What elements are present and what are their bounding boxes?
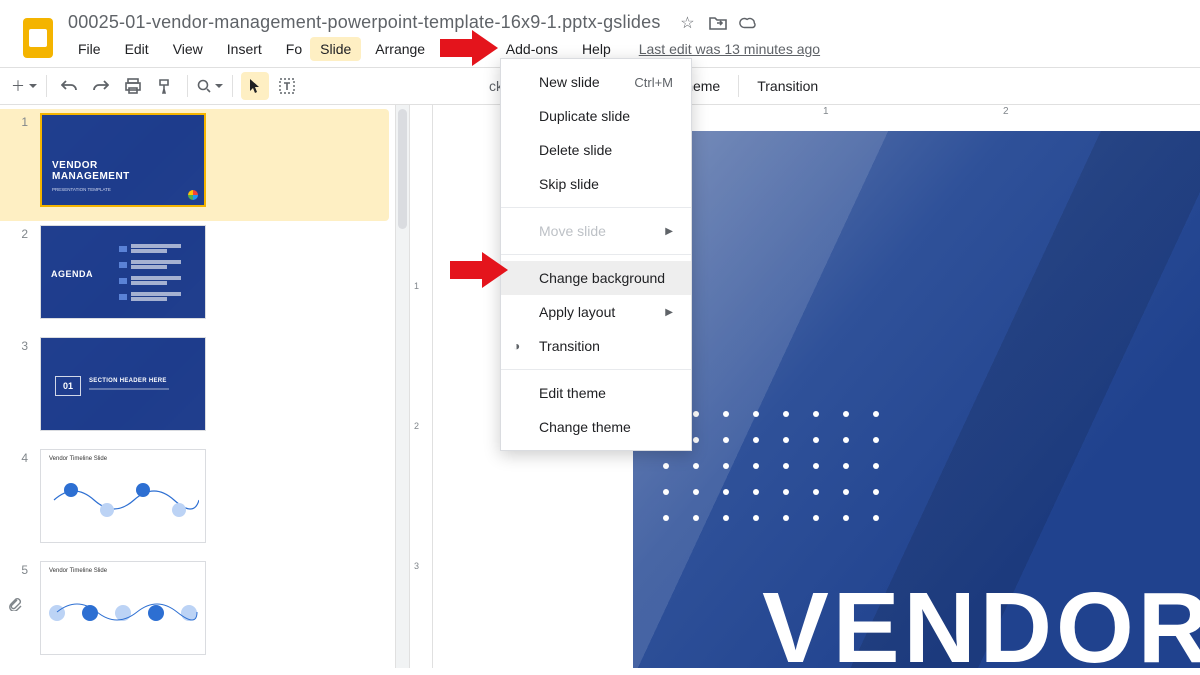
new-slide-button[interactable]: ＋ bbox=[10, 72, 38, 100]
redo-button[interactable] bbox=[87, 72, 115, 100]
menu-duplicate-slide[interactable]: Duplicate slide bbox=[501, 99, 691, 133]
slide-thumb-3[interactable]: 3 01 SECTION HEADER HERE bbox=[0, 333, 395, 445]
menu-apply-layout[interactable]: Apply layout▶ bbox=[501, 295, 691, 329]
menu-delete-slide[interactable]: Delete slide bbox=[501, 133, 691, 167]
slide-panel[interactable]: 1 VENDORMANAGEMENT PRESENTATION TEMPLATE… bbox=[0, 105, 395, 668]
thumb-title: Vendor Timeline Slide bbox=[49, 456, 107, 462]
menu-insert[interactable]: Insert bbox=[217, 37, 272, 61]
menu-edit-theme[interactable]: Edit theme bbox=[501, 376, 691, 410]
select-tool-button[interactable] bbox=[241, 72, 269, 100]
main-slide[interactable]: VENDOR bbox=[633, 131, 1200, 668]
thumb-title: VENDORMANAGEMENT bbox=[52, 161, 130, 182]
slide-number: 5 bbox=[10, 561, 28, 577]
thumb-section-number: 01 bbox=[55, 376, 81, 396]
document-title[interactable]: 00025-01-vendor-management-powerpoint-te… bbox=[68, 12, 661, 33]
document-header: 00025-01-vendor-management-powerpoint-te… bbox=[0, 0, 1200, 61]
menu-arrange[interactable]: Arrange bbox=[365, 37, 435, 61]
slide-thumb-5[interactable]: 5 Vendor Timeline Slide bbox=[0, 557, 395, 668]
transition-button[interactable]: Transition bbox=[747, 72, 828, 100]
undo-button[interactable] bbox=[55, 72, 83, 100]
zoom-button[interactable] bbox=[196, 72, 224, 100]
slide-number: 2 bbox=[10, 225, 28, 241]
horizontal-ruler: 1 2 bbox=[703, 105, 1200, 125]
menu-edit[interactable]: Edit bbox=[115, 37, 159, 61]
menu-format[interactable]: Fo bbox=[276, 37, 306, 61]
thumb-title: SECTION HEADER HERE bbox=[89, 378, 167, 384]
last-edit-link[interactable]: Last edit was 13 minutes ago bbox=[639, 41, 820, 57]
menu-change-theme[interactable]: Change theme bbox=[501, 410, 691, 444]
dot-pattern bbox=[663, 411, 883, 525]
menu-file[interactable]: File bbox=[68, 37, 111, 61]
slide-menu-dropdown: New slideCtrl+M Duplicate slide Delete s… bbox=[500, 58, 692, 451]
menu-skip-slide[interactable]: Skip slide bbox=[501, 167, 691, 201]
star-icon[interactable]: ☆ bbox=[679, 14, 697, 32]
print-button[interactable] bbox=[119, 72, 147, 100]
paint-format-button[interactable] bbox=[151, 72, 179, 100]
slide-heading: VENDOR bbox=[762, 571, 1200, 668]
transition-icon: ◑ bbox=[513, 339, 520, 353]
menu-view[interactable]: View bbox=[163, 37, 213, 61]
textbox-tool-button[interactable] bbox=[273, 72, 301, 100]
cloud-status-icon[interactable] bbox=[739, 14, 757, 32]
slide-number: 4 bbox=[10, 449, 28, 465]
thumb-title: AGENDA bbox=[51, 270, 93, 279]
slide-panel-scrollbar[interactable] bbox=[395, 105, 409, 668]
thumb-subtitle: PRESENTATION TEMPLATE bbox=[52, 187, 111, 192]
menu-move-slide: Move slide▶ bbox=[501, 214, 691, 248]
move-to-folder-icon[interactable] bbox=[709, 14, 727, 32]
attachment-icon bbox=[8, 597, 22, 611]
slide-thumb-4[interactable]: 4 Vendor Timeline Slide bbox=[0, 445, 395, 557]
menu-slide[interactable]: Slide bbox=[310, 37, 361, 61]
thumb-logo-icon bbox=[188, 190, 198, 200]
slides-logo[interactable] bbox=[18, 18, 58, 58]
thumb-title: Vendor Timeline Slide bbox=[49, 568, 107, 574]
slide-number: 1 bbox=[10, 113, 28, 129]
menu-change-background[interactable]: Change background bbox=[501, 261, 691, 295]
vertical-ruler: 1 2 3 bbox=[409, 105, 433, 668]
slide-number: 3 bbox=[10, 337, 28, 353]
slide-thumb-2[interactable]: 2 AGENDA bbox=[0, 221, 395, 333]
menu-new-slide[interactable]: New slideCtrl+M bbox=[501, 65, 691, 99]
menu-transition[interactable]: ◑ Transition bbox=[501, 329, 691, 363]
slide-thumb-1[interactable]: 1 VENDORMANAGEMENT PRESENTATION TEMPLATE bbox=[0, 109, 389, 221]
